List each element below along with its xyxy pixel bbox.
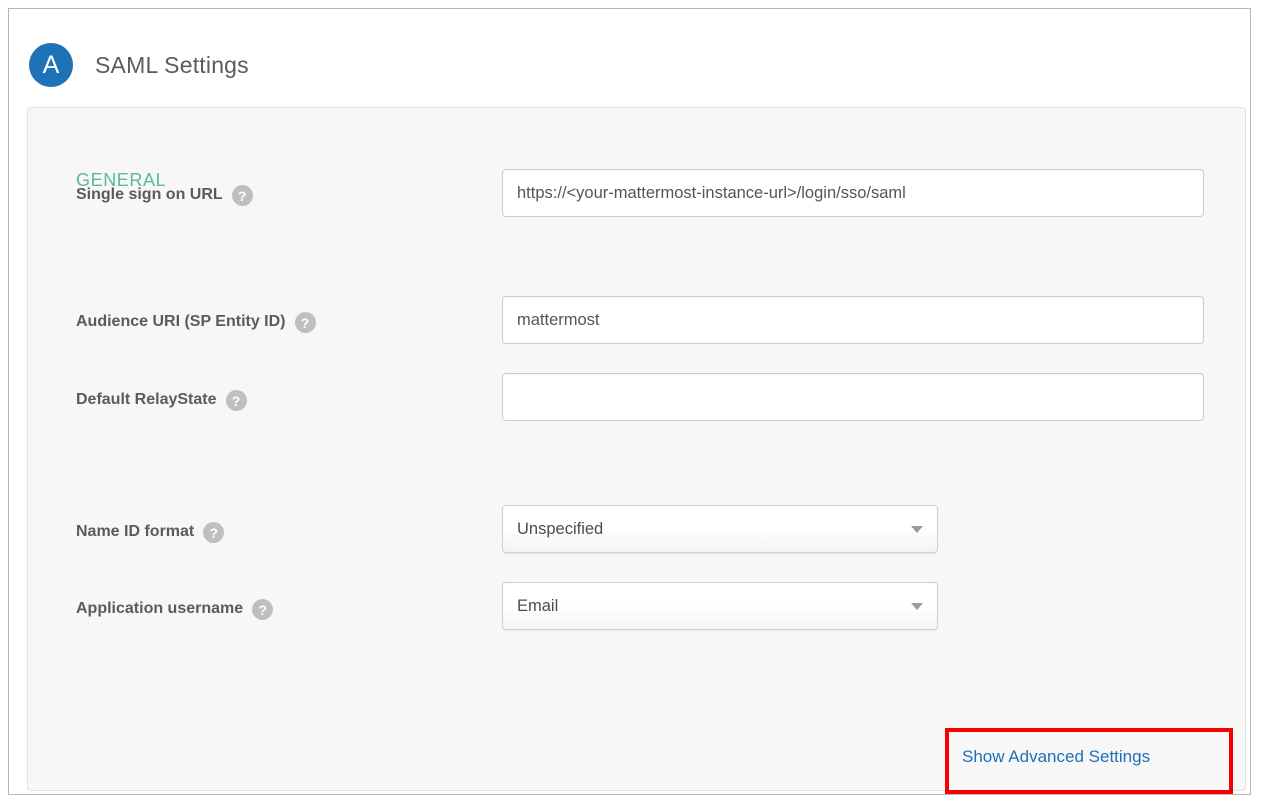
chevron-down-icon bbox=[911, 603, 923, 610]
label-single-sign-on-url: Single sign on URL ? bbox=[76, 184, 253, 205]
saml-settings-panel: GENERAL Single sign on URL ? Use this fo… bbox=[27, 107, 1246, 791]
annotation-highlight-box bbox=[945, 728, 1233, 794]
label-text: Name ID format bbox=[76, 523, 194, 541]
application-username-value: Email bbox=[517, 597, 911, 616]
default-relaystate-input[interactable] bbox=[502, 373, 1204, 421]
label-audience-uri: Audience URI (SP Entity ID) ? bbox=[76, 311, 316, 332]
label-text: Audience URI (SP Entity ID) bbox=[76, 313, 286, 331]
label-name-id-format: Name ID format ? bbox=[76, 521, 224, 542]
help-icon-application-username[interactable]: ? bbox=[252, 599, 273, 620]
chevron-down-icon bbox=[911, 526, 923, 533]
help-icon-name-id-format[interactable]: ? bbox=[203, 522, 224, 543]
name-id-format-value: Unspecified bbox=[517, 520, 911, 539]
screenshot-root: A SAML Settings GENERAL Single sign on U… bbox=[0, 0, 1261, 804]
audience-uri-input[interactable] bbox=[502, 296, 1204, 344]
label-application-username: Application username ? bbox=[76, 598, 273, 619]
help-icon-single-sign-on-url[interactable]: ? bbox=[232, 185, 253, 206]
page-frame: A SAML Settings GENERAL Single sign on U… bbox=[8, 8, 1251, 795]
single-sign-on-url-input[interactable] bbox=[502, 169, 1204, 217]
page-title: SAML Settings bbox=[95, 52, 249, 79]
app-header: A SAML Settings bbox=[19, 29, 1239, 101]
label-text: Default RelayState bbox=[76, 391, 217, 409]
label-text: Single sign on URL bbox=[76, 186, 223, 204]
name-id-format-dropdown[interactable]: Unspecified bbox=[502, 505, 938, 553]
app-logo-icon: A bbox=[29, 43, 73, 87]
help-icon-audience-uri[interactable]: ? bbox=[295, 312, 316, 333]
label-text: Application username bbox=[76, 600, 243, 618]
help-icon-default-relaystate[interactable]: ? bbox=[226, 390, 247, 411]
application-username-dropdown[interactable]: Email bbox=[502, 582, 938, 630]
label-default-relaystate: Default RelayState ? bbox=[76, 389, 247, 410]
